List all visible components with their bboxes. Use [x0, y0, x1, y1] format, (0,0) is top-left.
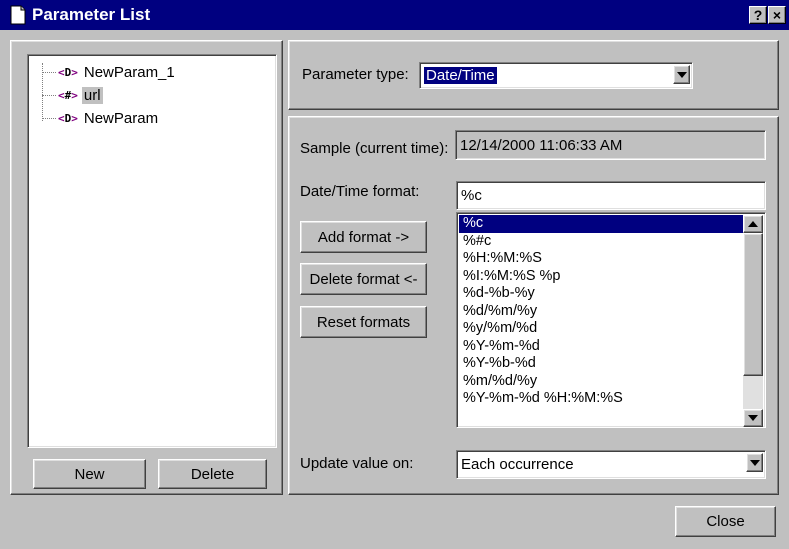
list-item[interactable]: %Y-%b-%d — [459, 355, 743, 373]
list-item[interactable]: %d-%b-%y — [459, 285, 743, 303]
document-icon — [10, 5, 26, 25]
number-param-icon: <#> — [58, 88, 78, 102]
scroll-up-button[interactable] — [743, 215, 763, 233]
list-item[interactable]: %I:%M:%S %p — [459, 268, 743, 286]
parameter-type-label: Parameter type: — [302, 66, 409, 83]
tree-connector — [42, 118, 56, 119]
window-title: Parameter List — [32, 5, 151, 24]
sample-label: Sample (current time): — [300, 140, 449, 157]
list-item[interactable]: %#c — [459, 233, 743, 251]
tree-item-label: NewParam_1 — [83, 63, 175, 81]
date-param-icon: <D> — [58, 65, 78, 79]
date-param-icon: <D> — [58, 111, 78, 125]
sample-field: 12/14/2000 11:06:33 AM — [455, 130, 766, 160]
list-item[interactable]: %m/%d/%y — [459, 373, 743, 391]
format-label: Date/Time format: — [300, 183, 420, 200]
parameter-type-value: Date/Time — [424, 67, 497, 84]
update-select[interactable]: Each occurrence — [456, 450, 766, 479]
format-list-scrollbar[interactable] — [743, 215, 763, 427]
list-item[interactable]: %H:%M:%S — [459, 250, 743, 268]
tree-item-label: NewParam — [83, 109, 159, 127]
new-button[interactable]: New — [33, 459, 146, 489]
parameter-tree[interactable]: <D> NewParam_1 <#> url <D> NewParam — [27, 54, 277, 448]
window-close-button[interactable]: × — [768, 6, 786, 24]
scroll-thumb[interactable] — [743, 233, 763, 376]
list-item[interactable]: %d/%m/%y — [459, 303, 743, 321]
tree-item[interactable]: <D> NewParam — [58, 108, 160, 128]
format-input-value: %c — [461, 187, 482, 204]
title-bar[interactable]: Parameter List ? × — [0, 0, 789, 30]
help-button[interactable]: ? — [749, 6, 767, 24]
tree-item[interactable]: <#> url — [58, 85, 103, 105]
chevron-down-icon[interactable] — [746, 453, 763, 472]
scroll-down-button[interactable] — [743, 409, 763, 427]
tree-connector — [42, 95, 56, 96]
chevron-up-icon — [748, 221, 758, 227]
chevron-down-icon — [748, 415, 758, 421]
chevron-down-icon[interactable] — [673, 65, 690, 84]
parameter-list-window: Parameter List ? × <D> NewParam_1 <#> ur… — [0, 0, 789, 549]
tree-item[interactable]: <D> NewParam_1 — [58, 62, 177, 82]
update-value: Each occurrence — [461, 456, 574, 473]
add-format-button[interactable]: Add format -> — [300, 221, 427, 253]
sample-value: 12/14/2000 11:06:33 AM — [460, 136, 623, 154]
tree-connector — [42, 72, 56, 73]
update-label: Update value on: — [300, 455, 414, 472]
reset-formats-button[interactable]: Reset formats — [300, 306, 427, 338]
list-item[interactable]: %Y-%m-%d — [459, 338, 743, 356]
parameter-type-select[interactable]: Date/Time — [419, 62, 693, 89]
delete-format-button[interactable]: Delete format <- — [300, 263, 427, 295]
tree-item-label: url — [81, 86, 103, 104]
format-list[interactable]: %c %#c %H:%M:%S %I:%M:%S %p %d-%b-%y %d/… — [456, 212, 766, 428]
close-button[interactable]: Close — [675, 506, 776, 537]
format-input[interactable]: %c — [456, 181, 766, 210]
list-item[interactable]: %Y-%m-%d %H:%M:%S — [459, 390, 743, 408]
list-item[interactable]: %y/%m/%d — [459, 320, 743, 338]
list-item[interactable]: %c — [459, 215, 743, 233]
delete-button[interactable]: Delete — [158, 459, 267, 489]
